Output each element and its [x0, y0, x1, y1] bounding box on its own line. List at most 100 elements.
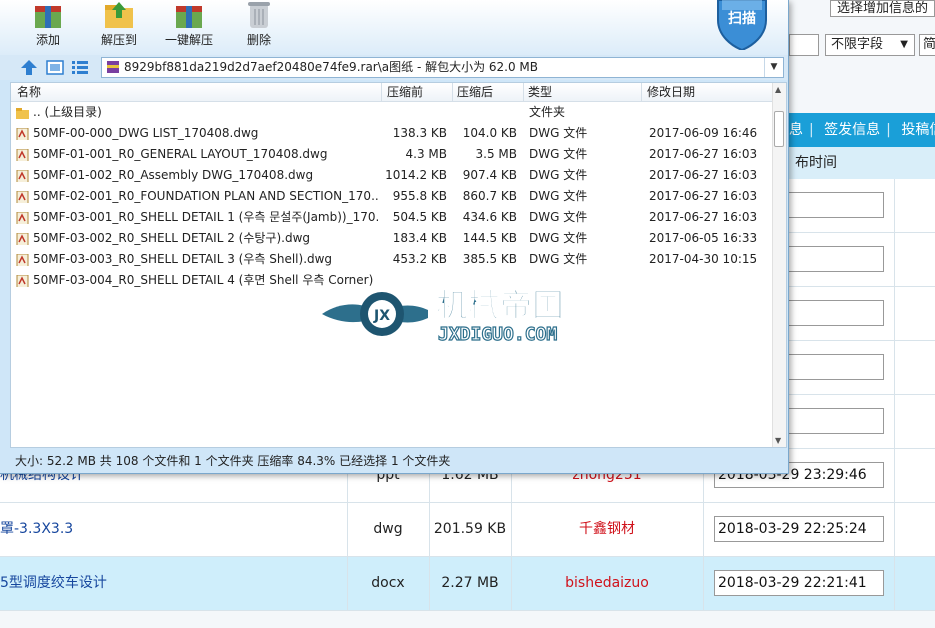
scan-label: 扫描	[728, 11, 756, 27]
file-name: .. (上级目录)	[33, 105, 102, 119]
table-row: 5型调度绞车设计 docx 2.27 MB bishedaizuo 2018-03-29…	[0, 557, 935, 611]
column-divider[interactable]	[381, 83, 382, 101]
file-compressed-size: 138.3 KB	[392, 126, 447, 140]
row-file-size: 2.27 MB	[441, 575, 499, 591]
file-modified-date: 2017-06-27 16:03	[649, 189, 758, 203]
column-divider[interactable]	[452, 83, 453, 101]
delete-button[interactable]: 删除	[225, 0, 293, 55]
file-compressed-size: 504.5 KB	[392, 210, 447, 224]
file-name: 50MF-03-001_R0_SHELL DETAIL 1 (우측 문설주(Ja…	[33, 210, 378, 224]
file-compressed-size: 183.4 KB	[392, 231, 447, 245]
file-row[interactable]: 50MF-00-000_DWG LIST_170408.dwg 138.3 KB 1…	[11, 123, 774, 144]
file-type: DWG 文件	[529, 252, 588, 266]
file-modified-date: 2017-06-27 16:03	[649, 147, 758, 161]
file-modified-date: 2017-04-30 10:15	[649, 252, 758, 266]
file-type: 文件夹	[529, 105, 566, 119]
row-title-link[interactable]: 罩-3.3X3.3	[0, 503, 345, 556]
dwg-file-icon	[16, 232, 29, 245]
file-row[interactable]: 50MF-01-001_R0_GENERAL LAYOUT_170408.dwg…	[11, 144, 774, 165]
vertical-scrollbar[interactable]: ▲ ▼	[772, 83, 786, 447]
cell-divider	[894, 341, 895, 394]
dwg-file-icon	[16, 127, 29, 140]
cell-divider	[894, 449, 895, 502]
publish-time-header: 布时间	[789, 147, 935, 179]
file-packed-size: 3.5 MB	[475, 147, 517, 161]
nav-item-info[interactable]: 息	[789, 122, 803, 138]
file-compressed-size: 453.2 KB	[392, 252, 447, 266]
column-type[interactable]: 类型	[528, 83, 552, 101]
extract-to-label: 解压到	[100, 33, 137, 47]
thumbnail-view-icon[interactable]	[46, 59, 64, 76]
logo-cn-text: 机械帝国	[436, 286, 564, 324]
rar-archive-icon	[107, 61, 119, 73]
file-row[interactable]: 50MF-01-002_R0_Assembly DWG_170408.dwg 10…	[11, 165, 774, 186]
column-packed[interactable]: 压缩后	[457, 83, 493, 101]
dwg-file-icon	[16, 190, 29, 203]
column-modified[interactable]: 修改日期	[647, 83, 695, 101]
scroll-up-icon[interactable]: ▲	[775, 85, 781, 94]
status-bar: 大小: 52.2 MB 共 108 个文件和 1 个文件夹 压缩率 84.3% …	[15, 454, 451, 468]
file-name: 50MF-03-003_R0_SHELL DETAIL 3 (우측 Shell)…	[33, 252, 333, 266]
extract-to-button[interactable]: 解压到	[85, 0, 153, 55]
row-title-link[interactable]: 5型调度绞车设计	[0, 557, 345, 610]
file-packed-size: 144.5 KB	[462, 231, 517, 245]
file-row[interactable]: 50MF-02-001_R0_FOUNDATION PLAN AND SECTI…	[11, 186, 774, 207]
file-row[interactable]: .. (上级目录) 文件夹	[11, 102, 774, 123]
file-packed-size: 860.7 KB	[462, 189, 517, 203]
path-address-box[interactable]: 8929bf881da219d2d7aef20480e74fe9.rar\a图纸…	[101, 57, 784, 78]
cell-divider	[894, 287, 895, 340]
trash-icon	[248, 2, 270, 28]
row-time-field[interactable]: 2018-03-29 22:21:41	[714, 570, 884, 596]
logo-badge-text: JX	[373, 308, 390, 324]
dwg-file-icon	[16, 253, 29, 266]
column-divider[interactable]	[641, 83, 642, 101]
nav-item-submit[interactable]: 投稿信息	[901, 122, 935, 138]
row-author[interactable]: bishedaizuo	[512, 557, 702, 610]
watermark-logo: JX 机械帝国 JXDIGUO.COM	[320, 280, 620, 348]
nav-item-issue[interactable]: 签发信息	[824, 122, 880, 138]
scroll-thumb[interactable]	[774, 111, 784, 147]
one-click-extract-label: 一键解压	[164, 33, 213, 47]
up-arrow-icon[interactable]	[20, 59, 38, 76]
list-view-icon[interactable]	[71, 59, 89, 76]
archive-add-icon	[35, 6, 61, 28]
search-button[interactable]: 简	[919, 34, 935, 56]
address-bar-row: 8929bf881da219d2d7aef20480e74fe9.rar\a图纸…	[0, 55, 788, 80]
file-name: 50MF-03-002_R0_SHELL DETAIL 2 (수탕구).dwg	[33, 231, 311, 245]
cell-divider	[894, 557, 895, 610]
file-compressed-size: 1014.2 KB	[385, 168, 447, 182]
field-select[interactable]: 不限字段 ▼	[825, 34, 915, 56]
one-click-extract-button[interactable]: 一键解压	[155, 0, 223, 55]
delete-label: 删除	[246, 33, 271, 47]
cell-divider	[894, 395, 895, 448]
file-packed-size: 104.0 KB	[462, 126, 517, 140]
add-info-select[interactable]: 选择增加信息的	[830, 0, 935, 17]
column-compressed[interactable]: 压缩前	[387, 83, 423, 101]
row-time-field[interactable]: 2018-03-29 22:25:24	[714, 516, 884, 542]
file-row[interactable]: 50MF-03-001_R0_SHELL DETAIL 1 (우측 문설주(Ja…	[11, 207, 774, 228]
file-row[interactable]: 50MF-03-002_R0_SHELL DETAIL 2 (수탕구).dwg 1…	[11, 228, 774, 249]
field-select-value: 不限字段	[831, 37, 884, 52]
file-name: 50MF-01-001_R0_GENERAL LAYOUT_170408.dwg	[33, 147, 328, 161]
file-compressed-size: 4.3 MB	[405, 147, 447, 161]
file-packed-size: 907.4 KB	[462, 168, 517, 182]
scan-button[interactable]: 扫描	[714, 0, 770, 52]
file-row[interactable]: 50MF-03-003_R0_SHELL DETAIL 3 (우측 Shell)…	[11, 249, 774, 270]
file-type: DWG 文件	[529, 231, 588, 245]
info-nav-bar: 息| 签发信息| 投稿信息	[789, 113, 935, 147]
file-type: DWG 文件	[529, 126, 588, 140]
search-input[interactable]	[789, 34, 819, 56]
file-packed-size: 385.5 KB	[462, 252, 517, 266]
file-modified-date: 2017-06-27 16:03	[649, 168, 758, 182]
cell-divider	[894, 179, 895, 232]
column-divider[interactable]	[523, 83, 524, 101]
scroll-down-icon[interactable]: ▼	[775, 436, 781, 445]
row-author[interactable]: 千鑫钢材	[512, 503, 702, 556]
gear-wings-logo-icon: JX 机械帝国 JXDIGUO.COM	[322, 286, 565, 346]
chevron-down-icon[interactable]: ▼	[764, 58, 783, 77]
file-name: 50MF-02-001_R0_FOUNDATION PLAN AND SECTI…	[33, 189, 378, 203]
column-name[interactable]: 名称	[17, 83, 41, 101]
file-compressed-size: 955.8 KB	[392, 189, 447, 203]
add-button[interactable]: 添加	[14, 0, 82, 55]
add-label: 添加	[35, 33, 60, 47]
